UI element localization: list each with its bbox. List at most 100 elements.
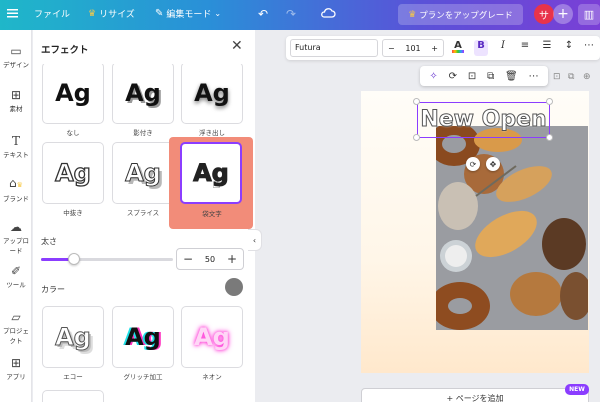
lock-icon[interactable]: ⊡	[468, 71, 476, 82]
minus-icon[interactable]: −	[388, 44, 395, 53]
edit-mode-dropdown[interactable]: ✎ 編集モード ⌄	[155, 7, 221, 20]
add-collaborator-button[interactable]: +	[553, 4, 573, 24]
resize-handle-tl[interactable]	[413, 98, 420, 105]
rotate-icon[interactable]: ⟳	[449, 71, 457, 82]
rail-item-projects[interactable]: ▱ プロジェクト	[0, 310, 32, 345]
new-badge: NEW	[565, 384, 589, 395]
canvas-text[interactable]: New Open	[417, 102, 550, 138]
move-handle-icon[interactable]: ✥	[486, 157, 500, 171]
bold-icon[interactable]: B	[474, 40, 488, 56]
file-menu[interactable]: ファイル	[34, 7, 70, 20]
add-page-label: + ページを追加	[446, 393, 504, 402]
undo-icon[interactable]: ↶	[258, 7, 268, 21]
avatar-initial: サ	[539, 10, 549, 22]
thickness-label: 太さ	[41, 237, 57, 246]
rail-item-design[interactable]: ▭ デザイン	[0, 44, 32, 69]
upload-icon: ☁	[10, 220, 22, 234]
effect-label: 浮き出し	[199, 129, 225, 137]
resize-handle-tr[interactable]	[546, 98, 553, 105]
plus-icon[interactable]: +	[227, 252, 237, 266]
crown-icon: ♛	[88, 8, 97, 19]
font-family-select[interactable]: Futura	[290, 39, 378, 57]
list-icon[interactable]: ☰	[540, 40, 554, 51]
rail-label: 素材	[9, 105, 23, 113]
line-spacing-icon[interactable]: ↕	[562, 40, 576, 51]
resize-handle-bl[interactable]	[413, 134, 420, 141]
effect-sample: Ag	[125, 159, 162, 188]
effect-neon[interactable]: Ag	[181, 306, 243, 368]
avatar[interactable]: サ	[534, 4, 554, 24]
page-add-icon[interactable]: ⊕	[583, 72, 591, 82]
bread-photo[interactable]	[436, 126, 588, 330]
effect-label: 袋文字	[202, 210, 222, 218]
align-center-icon[interactable]: ≡	[518, 40, 532, 51]
effect-shadow[interactable]: Ag	[112, 64, 174, 124]
plus-icon[interactable]: +	[431, 44, 438, 53]
rail-label: アップロード	[3, 237, 29, 255]
resize-button[interactable]: ♛ リサイズ	[88, 7, 135, 21]
effect-label: エコー	[63, 373, 83, 381]
collapse-panel-button[interactable]: ‹	[248, 229, 262, 251]
upgrade-button[interactable]: ♛ プランをアップグレード	[398, 4, 523, 25]
upgrade-label: プランをアップグレード	[419, 10, 513, 21]
more-icon[interactable]: ⋯	[582, 40, 596, 51]
text-toolbar: Futura − 101 + A B I ≡ ☰ ↕ ⋯	[286, 36, 600, 60]
effect-none[interactable]: Ag	[42, 64, 104, 124]
rail-label: ブランド	[3, 195, 29, 203]
effect-sample: Ag	[193, 159, 230, 188]
effect-label: グリッチ加工	[123, 373, 163, 381]
folder-icon: ▱	[11, 310, 21, 324]
rail-item-uploads[interactable]: ☁ アップロード	[0, 220, 32, 255]
rail-item-text[interactable]: T テキスト	[0, 134, 32, 159]
minus-icon[interactable]: −	[183, 252, 193, 266]
text-color-icon[interactable]: A	[451, 40, 465, 53]
delete-icon[interactable]: 🗑	[505, 71, 518, 82]
more-icon[interactable]: ⋯	[529, 71, 539, 82]
insights-icon[interactable]: ▥	[578, 4, 600, 25]
effect-sample: Ag	[194, 323, 230, 351]
effect-outline[interactable]: Ag ☝	[180, 142, 242, 204]
effect-lift[interactable]: Ag	[181, 64, 243, 124]
thickness-slider[interactable]	[41, 253, 173, 265]
file-menu-label: ファイル	[34, 10, 71, 20]
magic-icon[interactable]: ✧	[429, 71, 437, 82]
effect-echo[interactable]: Ag	[42, 306, 104, 368]
left-rail: ▭ デザイン ⊞ 素材 T テキスト ⌂♛ ブランド ☁ アップロード ✐ ツー…	[0, 30, 32, 402]
close-icon[interactable]: ✕	[231, 38, 243, 54]
effects-panel: エフェクト ✕ Ag なし Ag 影付き Ag 浮き出し Ag 中抜き Ag ス…	[33, 30, 255, 402]
menu-icon[interactable]	[6, 6, 20, 20]
rail-item-elements[interactable]: ⊞ 素材	[0, 88, 32, 113]
pencil-icon: ✎	[155, 8, 164, 19]
font-size-stepper[interactable]: − 101 +	[382, 39, 444, 57]
text-icon: T	[11, 134, 20, 148]
crown-icon: ♛	[408, 9, 417, 20]
rotate-handle-icon[interactable]: ⟳	[466, 157, 480, 171]
rail-item-apps[interactable]: ⊞ アプリ	[0, 356, 32, 381]
font-family-value: Futura	[295, 43, 321, 52]
page-lock-icon[interactable]: ⊡	[553, 72, 561, 82]
cloud-save-icon[interactable]	[320, 6, 336, 20]
effect-more[interactable]	[42, 390, 104, 402]
effect-hollow[interactable]: Ag	[42, 142, 104, 204]
thickness-stepper[interactable]: − 50 +	[176, 248, 244, 270]
color-swatch[interactable]	[225, 278, 243, 296]
rail-label: デザイン	[3, 61, 29, 69]
font-size-value: 101	[405, 43, 421, 53]
rail-item-brand[interactable]: ⌂♛ ブランド	[0, 176, 32, 203]
italic-icon[interactable]: I	[496, 40, 510, 51]
edit-mode-label: 編集モード	[166, 10, 212, 20]
page-duplicate-icon[interactable]: ⧉	[568, 72, 574, 82]
top-bar: ファイル ♛ リサイズ ✎ 編集モード ⌄ ↶ ↷ ♛ プランをアップグレード …	[0, 0, 600, 30]
apps-icon: ⊞	[10, 356, 22, 370]
hand-cursor-icon: ☝	[212, 176, 221, 192]
redo-icon[interactable]: ↷	[286, 7, 296, 21]
effect-glitch[interactable]: Ag	[112, 306, 174, 368]
effect-splice[interactable]: Ag	[112, 142, 174, 204]
thickness-slider-thumb[interactable]	[68, 253, 80, 265]
resize-handle-br[interactable]	[546, 134, 553, 141]
resize-label: リサイズ	[99, 10, 135, 20]
duplicate-icon[interactable]: ⧉	[487, 71, 494, 82]
rail-item-draw[interactable]: ✐ ツール	[0, 264, 32, 289]
add-page-button[interactable]: + ページを追加	[361, 388, 589, 402]
effect-label: スプライス	[126, 209, 160, 217]
